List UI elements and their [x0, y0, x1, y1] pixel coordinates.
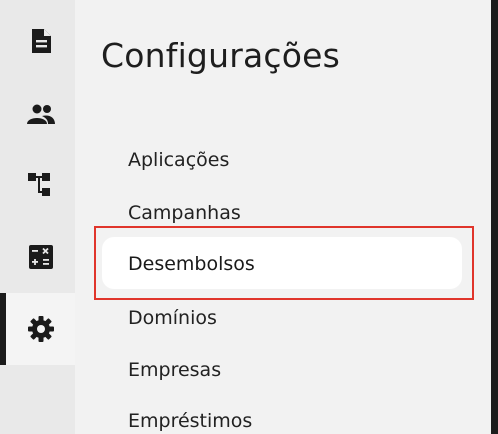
sidebar-rail — [0, 0, 75, 434]
sidebar-item-settings[interactable] — [6, 293, 75, 365]
gear-icon — [27, 316, 54, 342]
settings-panel: Configurações Aplicações Campanhas Domín… — [75, 0, 491, 434]
highlight-outline — [94, 226, 474, 300]
app-window: Configurações Aplicações Campanhas Domín… — [0, 0, 498, 434]
people-icon — [26, 104, 56, 124]
page-title: Configurações — [101, 36, 341, 75]
sidebar-item-structure[interactable] — [6, 149, 75, 221]
sidebar-item-people[interactable] — [6, 78, 75, 150]
sidebar-item-calculator[interactable] — [6, 221, 75, 293]
calculator-icon — [28, 245, 53, 269]
menu-item-campanhas[interactable]: Campanhas — [128, 202, 241, 224]
menu-item-dominios[interactable]: Domínios — [128, 307, 217, 329]
sidebar-item-documents[interactable] — [6, 5, 75, 77]
menu-item-aplicacoes[interactable]: Aplicações — [128, 149, 229, 171]
document-icon — [30, 28, 52, 54]
hierarchy-icon — [27, 173, 54, 197]
menu-item-emprestimos[interactable]: Empréstimos — [128, 410, 252, 432]
menu-item-empresas[interactable]: Empresas — [128, 359, 221, 381]
window-edge — [491, 0, 498, 434]
